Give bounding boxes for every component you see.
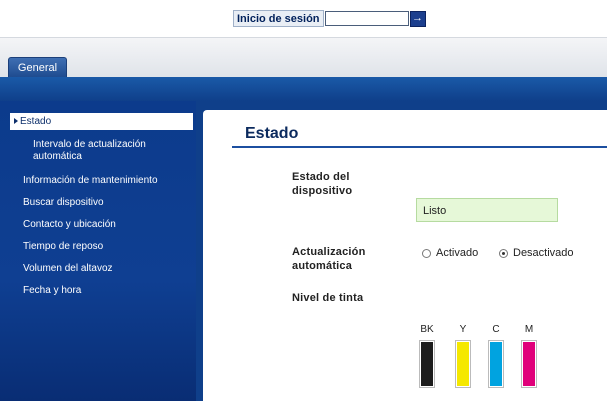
sidebar-item-contacto[interactable]: Contacto y ubicación xyxy=(23,219,116,231)
radio-off-icon xyxy=(422,248,431,258)
radio-desactivado[interactable]: Desactivado xyxy=(499,247,574,259)
sidebar-item-reposo[interactable]: Tiempo de reposo xyxy=(23,241,103,253)
radio-activado[interactable]: Activado xyxy=(422,247,478,259)
ink-fill xyxy=(421,342,433,386)
radio-label: Desactivado xyxy=(513,247,574,259)
radio-label: Activado xyxy=(436,247,479,259)
device-status-value: Listo xyxy=(416,198,558,222)
login-group: Inicio de sesión → xyxy=(233,10,426,27)
ink-bar-m xyxy=(521,340,537,388)
sidebar-item-volumen[interactable]: Volumen del altavoz xyxy=(23,263,113,275)
ink-fill xyxy=(490,342,502,386)
sidebar-item-buscar[interactable]: Buscar dispositivo xyxy=(23,197,104,209)
radio-on-icon xyxy=(499,248,508,258)
device-status-label: Estado del dispositivo xyxy=(292,171,353,197)
ink-label-y: Y xyxy=(459,324,467,335)
login-password-input[interactable] xyxy=(324,11,409,26)
blue-band xyxy=(0,77,607,101)
triangle-right-icon xyxy=(14,117,18,124)
tab-general[interactable]: General xyxy=(8,57,67,78)
top-bar: Inicio de sesión → xyxy=(0,0,607,37)
ink-label-c: C xyxy=(492,324,500,335)
ink-bar-c xyxy=(488,340,504,388)
auto-update-label: Actualización automática xyxy=(292,246,366,272)
sidebar-item-fecha[interactable]: Fecha y hora xyxy=(23,285,81,297)
sidebar-item-label: Estado xyxy=(20,116,52,127)
ink-fill xyxy=(457,342,469,386)
ink-label-m: M xyxy=(524,324,534,335)
tab-band xyxy=(0,37,607,78)
ink-level-label: Nivel de tinta xyxy=(292,292,364,304)
arrow-right-icon[interactable]: → xyxy=(409,10,426,27)
sidebar-item-estado[interactable]: Estado xyxy=(10,113,193,130)
sidebar-item-intervalo[interactable]: Intervalo de actualización automática xyxy=(33,139,183,163)
login-label: Inicio de sesión xyxy=(233,10,324,27)
title-divider xyxy=(232,146,607,148)
ink-fill xyxy=(523,342,535,386)
sidebar-item-mantenimiento[interactable]: Información de mantenimiento xyxy=(23,175,158,187)
page-title: Estado xyxy=(245,125,299,142)
ink-bar-y xyxy=(455,340,471,388)
ink-bar-bk xyxy=(419,340,435,388)
ink-label-bk: BK xyxy=(420,324,434,335)
